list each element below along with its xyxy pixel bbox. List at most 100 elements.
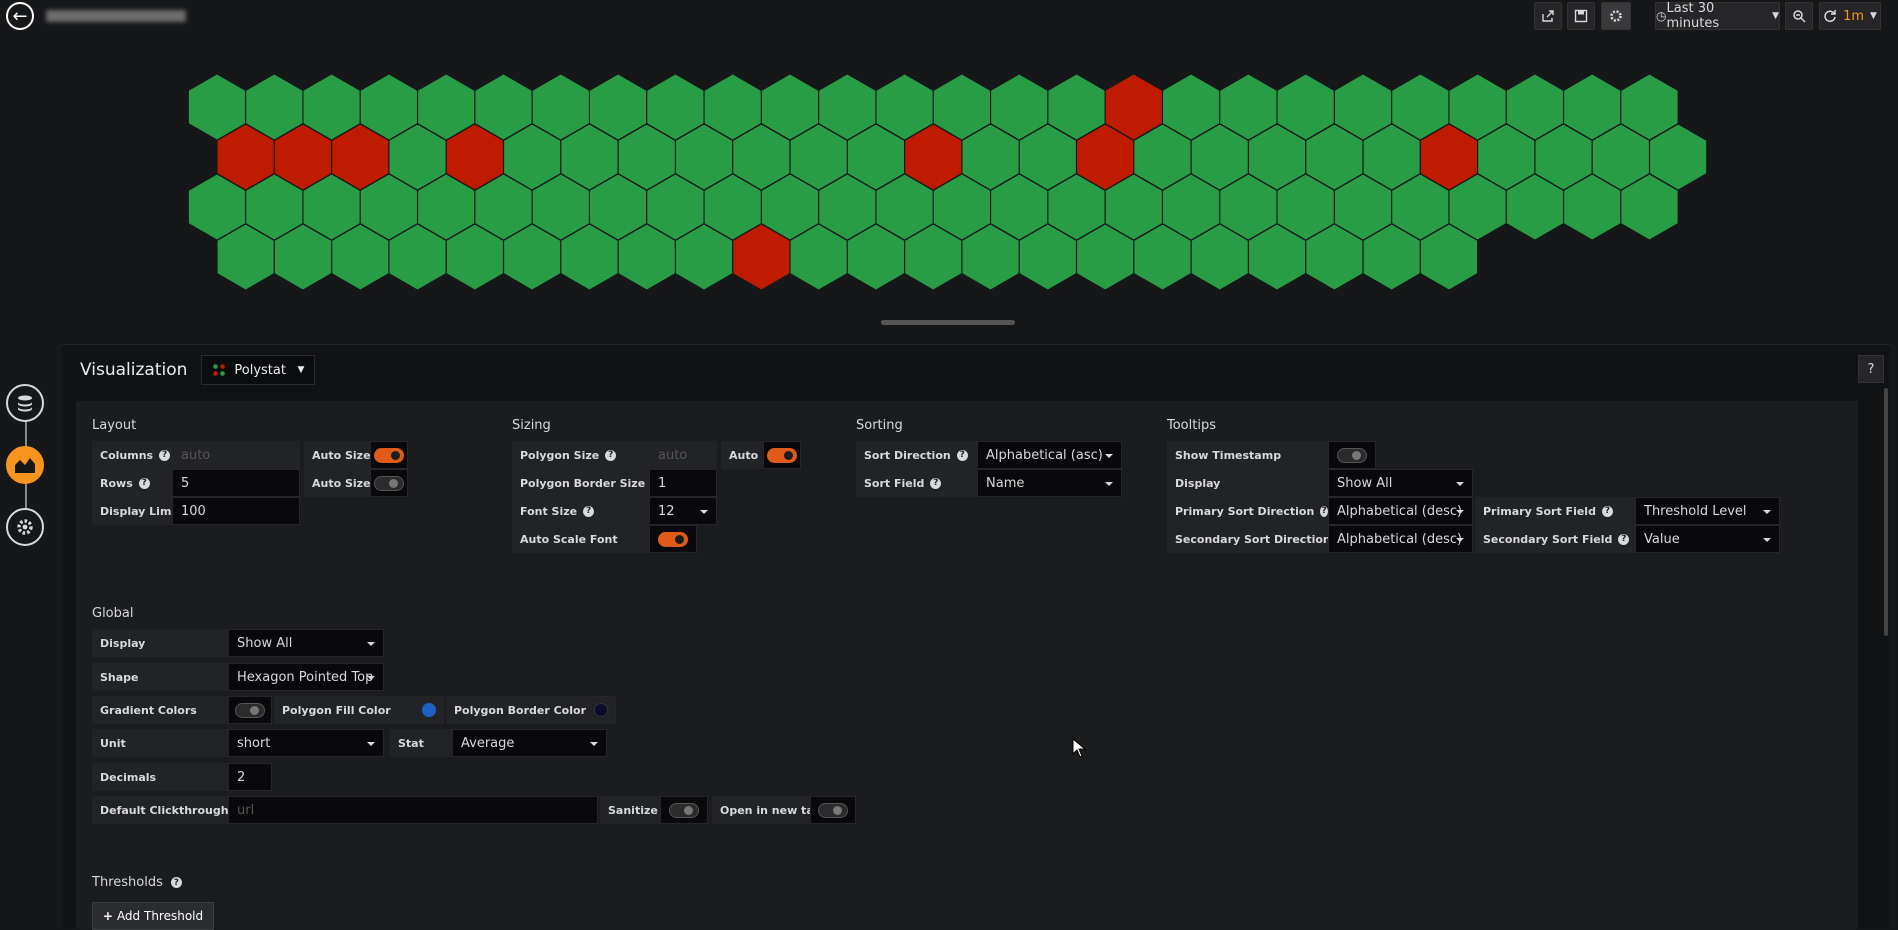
decimals-input[interactable]: 2	[228, 763, 272, 791]
auto-scale-font-toggle[interactable]	[649, 525, 697, 553]
refresh-button[interactable]: 1m ▼	[1819, 2, 1881, 30]
add-threshold-button[interactable]: + Add Threshold	[92, 902, 214, 930]
thresholds-title-text: Thresholds	[92, 875, 163, 890]
global-display-select[interactable]: Show All	[228, 629, 384, 657]
help-icon[interactable]: ?	[138, 477, 150, 489]
toggle-switch[interactable]	[235, 702, 265, 718]
share-button[interactable]	[1534, 2, 1562, 30]
rows-auto-size-toggle[interactable]	[370, 469, 408, 497]
help-icon[interactable]: ?	[583, 505, 595, 517]
auto-scale-font-label-text: Auto Scale Font	[520, 532, 618, 546]
time-range-picker[interactable]: ◷ Last 30 minutes ▼	[1655, 1, 1780, 31]
polygon-border-size-input[interactable]: 1	[649, 469, 717, 497]
secondary-sort-direction-label-text: Secondary Sort Direction	[1175, 532, 1331, 546]
secondary-sort-direction-select[interactable]: Alphabetical (desc)	[1328, 525, 1473, 553]
sorting-section-title: Sorting	[856, 418, 903, 433]
save-button[interactable]	[1567, 2, 1595, 30]
decimals-label-text: Decimals	[100, 770, 157, 784]
polygon-border-size-value: 1	[658, 475, 667, 491]
back-arrow-icon[interactable]: ←	[6, 2, 34, 30]
secondary-sort-field-label-text: Secondary Sort Field	[1483, 532, 1613, 546]
fill-color-swatch[interactable]	[422, 703, 436, 717]
global-display-label-text: Display	[100, 636, 146, 650]
secondary-sort-field-select[interactable]: Value	[1635, 525, 1780, 553]
primary-sort-field-select[interactable]: Threshold Level	[1635, 497, 1780, 525]
top-bar: ← ◷ Last 30 minutes ▼ 1m ▼	[0, 0, 1898, 34]
toggle-switch[interactable]	[669, 802, 699, 818]
help-icon[interactable]: ?	[170, 877, 182, 888]
save-icon	[1574, 9, 1588, 23]
visualization-tab[interactable]	[6, 446, 44, 484]
stat-label: Stat	[390, 729, 452, 757]
visualization-picker-label: Polystat	[234, 362, 286, 378]
show-timestamp-label: Show Timestamp	[1167, 441, 1328, 469]
polygon-auto-size-toggle[interactable]	[763, 441, 801, 469]
show-timestamp-toggle[interactable]	[1328, 441, 1376, 469]
global-display-value: Show All	[237, 635, 293, 651]
help-icon[interactable]: ?	[1320, 505, 1328, 517]
shape-select[interactable]: Hexagon Pointed Top	[228, 663, 384, 691]
unit-select[interactable]: short	[228, 729, 384, 757]
display-limit-input[interactable]: 100	[172, 497, 300, 525]
sanitize-label-text: Sanitize	[608, 803, 658, 817]
layout-section-title: Layout	[92, 418, 137, 433]
tooltip-display-select[interactable]: Show All	[1328, 469, 1473, 497]
sanitize-toggle[interactable]	[660, 796, 708, 824]
rows-input[interactable]: 5	[172, 469, 300, 497]
visualization-header: Visualization Polystat ▼	[80, 355, 316, 385]
default-clickthrough-label-text: Default Clickthrough	[100, 803, 229, 817]
polygon-border-size-label-text: Polygon Border Size	[520, 476, 646, 490]
unit-label-text: Unit	[100, 736, 126, 750]
font-size-label-text: Font Size	[520, 504, 578, 518]
tooltip-display-value: Show All	[1337, 475, 1393, 491]
visualization-picker[interactable]: Polystat ▼	[201, 355, 316, 385]
polystat-honeycomb	[187, 73, 1708, 291]
default-clickthrough-placeholder: url	[237, 802, 255, 818]
display-limit-label-text: Display Limit	[100, 504, 181, 518]
refresh-interval[interactable]: 1m	[1843, 9, 1864, 24]
default-clickthrough-input[interactable]: url	[228, 796, 598, 824]
polygon-fill-color-picker[interactable]	[414, 696, 444, 724]
primary-sort-direction-select[interactable]: Alphabetical (desc)	[1328, 497, 1473, 525]
help-icon[interactable]: ?	[930, 477, 942, 489]
settings-button[interactable]	[1601, 2, 1631, 30]
font-size-label: Font Size?	[512, 497, 649, 525]
toggle-switch[interactable]	[1337, 447, 1367, 463]
panel-resize-handle[interactable]	[881, 320, 1015, 325]
help-icon[interactable]: ?	[1601, 505, 1613, 517]
help-icon[interactable]: ?	[956, 449, 968, 461]
open-in-new-tab-toggle[interactable]	[810, 796, 856, 824]
dashboard-title[interactable]	[46, 10, 186, 22]
queries-tab[interactable]	[6, 384, 44, 422]
help-icon[interactable]: ?	[1618, 533, 1630, 545]
stat-select[interactable]: Average	[452, 729, 607, 757]
sort-direction-select[interactable]: Alphabetical (asc)	[977, 441, 1122, 469]
font-size-value: 12	[658, 503, 675, 519]
polygon-size-input[interactable]: auto	[649, 441, 717, 469]
sanitize-label: Sanitize	[600, 796, 660, 824]
toggle-switch[interactable]	[818, 802, 848, 818]
border-color-swatch[interactable]	[594, 703, 608, 717]
toggle-switch[interactable]	[374, 447, 404, 463]
polygon-border-color-label-text: Polygon Border Color	[454, 703, 586, 717]
help-icon[interactable]: ?	[159, 449, 171, 461]
sort-field-select[interactable]: Name	[977, 469, 1122, 497]
help-icon[interactable]: ?	[605, 449, 617, 461]
columns-auto-size-toggle[interactable]	[370, 441, 408, 469]
unit-value: short	[237, 735, 271, 751]
font-size-select[interactable]: 12	[649, 497, 717, 525]
toggle-switch[interactable]	[658, 531, 688, 547]
columns-input[interactable]: auto	[172, 441, 300, 469]
polygon-border-color-picker[interactable]	[586, 696, 616, 724]
general-settings-tab[interactable]	[6, 508, 44, 546]
zoom-out-button[interactable]	[1785, 2, 1813, 30]
gradient-colors-toggle[interactable]	[228, 696, 272, 724]
sort-field-value: Name	[986, 475, 1025, 491]
gradient-colors-label: Gradient Colors	[92, 696, 228, 724]
tooltip-display-label-text: Display	[1175, 476, 1221, 490]
help-button[interactable]: ?	[1858, 355, 1884, 383]
toggle-switch[interactable]	[374, 475, 404, 491]
toggle-switch[interactable]	[767, 447, 797, 463]
editor-scrollbar[interactable]	[1884, 388, 1888, 636]
decimals-value: 2	[237, 769, 246, 785]
